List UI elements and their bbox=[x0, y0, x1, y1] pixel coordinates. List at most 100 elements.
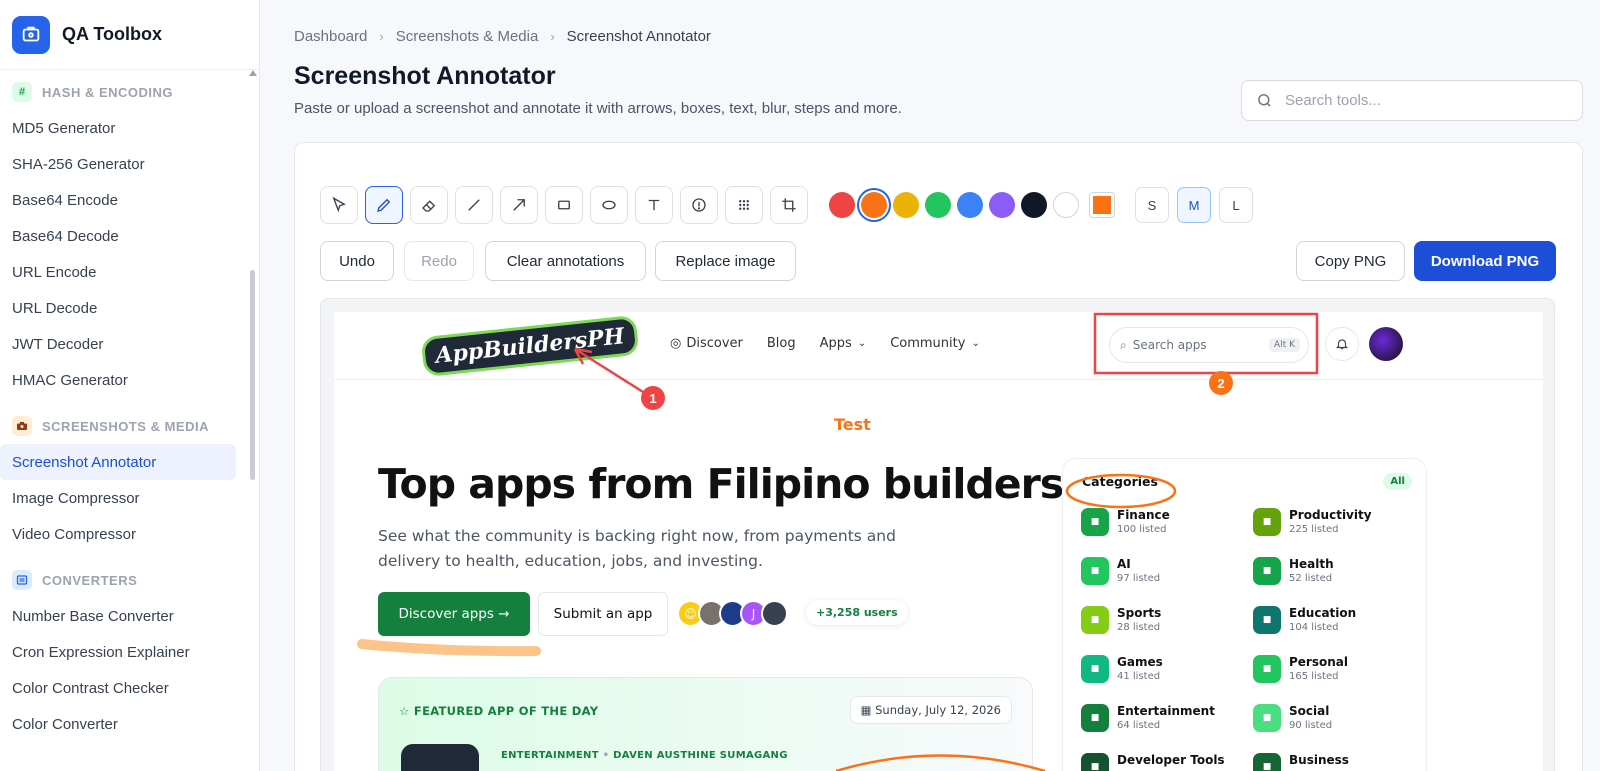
replace-image-button[interactable]: Replace image bbox=[655, 241, 796, 281]
category-item: ■ Education 104 listed bbox=[1253, 606, 1356, 634]
search-tools-input[interactable] bbox=[1285, 92, 1555, 109]
scrollbar-thumb[interactable] bbox=[250, 270, 255, 480]
category-icon: ■ bbox=[1081, 606, 1109, 634]
category-item: ■ Entertainment 64 listed bbox=[1081, 704, 1215, 732]
undo-button[interactable]: Undo bbox=[320, 241, 394, 281]
category-icon: ■ bbox=[1253, 704, 1281, 732]
pen-tool-button[interactable] bbox=[365, 186, 403, 224]
category-item: ■ Games 41 listed bbox=[1081, 655, 1163, 683]
stroke-size-group: S M L bbox=[1135, 187, 1261, 223]
calendar-icon: ▦ bbox=[860, 703, 876, 717]
breadcrumb-screenshots-media[interactable]: Screenshots & Media bbox=[396, 28, 539, 45]
select-tool-button[interactable] bbox=[320, 186, 358, 224]
color-black-swatch[interactable] bbox=[1021, 192, 1047, 218]
rectangle-tool-button[interactable] bbox=[545, 186, 583, 224]
blur-tool-button[interactable] bbox=[725, 186, 763, 224]
sidebar-item-cron-expression-explainer[interactable]: Cron Expression Explainer bbox=[0, 634, 236, 670]
color-white-swatch[interactable] bbox=[1053, 192, 1079, 218]
category-name: Health bbox=[1289, 557, 1334, 571]
pen-icon bbox=[377, 198, 391, 212]
step-tool-button[interactable] bbox=[680, 186, 718, 224]
sidebar-item-color-contrast-checker[interactable]: Color Contrast Checker bbox=[0, 670, 236, 706]
redo-button[interactable]: Redo bbox=[404, 241, 474, 281]
category-item: ■ Social 90 listed bbox=[1253, 704, 1332, 732]
line-tool-button[interactable] bbox=[455, 186, 493, 224]
custom-color-picker[interactable] bbox=[1089, 192, 1115, 218]
sidebar-item-video-compressor[interactable]: Video Compressor bbox=[0, 516, 236, 552]
section-label: SCREENSHOTS & MEDIA bbox=[42, 418, 209, 434]
app-logo-icon bbox=[12, 15, 50, 54]
color-orange-swatch[interactable] bbox=[861, 192, 887, 218]
sidebar-item-base64-decode[interactable]: Base64 Decode bbox=[0, 218, 236, 254]
sidebar-item-url-encode[interactable]: URL Encode bbox=[0, 254, 236, 290]
search-tools-box[interactable] bbox=[1241, 80, 1583, 121]
nav-apps: Apps bbox=[819, 336, 852, 351]
breadcrumb: Dashboard › Screenshots & Media › Screen… bbox=[294, 28, 711, 45]
copy-png-button[interactable]: Copy PNG bbox=[1296, 241, 1405, 281]
crop-tool-button[interactable] bbox=[770, 186, 808, 224]
category-icon: ■ bbox=[1081, 655, 1109, 683]
sidebar-item-hmac-generator[interactable]: HMAC Generator bbox=[0, 362, 236, 398]
breadcrumb-dashboard[interactable]: Dashboard bbox=[294, 28, 367, 45]
hero-subtitle: See what the community is backing right … bbox=[378, 527, 896, 570]
select-icon bbox=[332, 196, 346, 213]
sidebar-item-color-converter[interactable]: Color Converter bbox=[0, 706, 236, 742]
sidebar-item-screenshot-annotator[interactable]: Screenshot Annotator bbox=[0, 444, 236, 480]
sidebar-item-md5-generator[interactable]: MD5 Generator bbox=[0, 110, 236, 146]
category-icon: ■ bbox=[1081, 557, 1109, 585]
section-hash-encoding: # HASH & ENCODING bbox=[0, 74, 248, 110]
ellipse-icon bbox=[602, 200, 616, 210]
download-png-button[interactable]: Download PNG bbox=[1414, 241, 1556, 281]
blur-icon bbox=[739, 200, 749, 210]
eraser-tool-button[interactable] bbox=[410, 186, 448, 224]
sidebar-scrollbar[interactable] bbox=[249, 70, 257, 771]
color-purple-swatch[interactable] bbox=[989, 192, 1015, 218]
category-name: Developer Tools bbox=[1117, 753, 1225, 767]
scroll-up-icon[interactable] bbox=[249, 70, 257, 76]
annotation-toolbar: S M L bbox=[320, 186, 1261, 224]
featured-date-text: Sunday, July 12, 2026 bbox=[875, 703, 1001, 717]
color-yellow-swatch[interactable] bbox=[893, 192, 919, 218]
sidebar-item-url-decode[interactable]: URL Decode bbox=[0, 290, 236, 326]
breadcrumb-current: Screenshot Annotator bbox=[566, 28, 711, 45]
chevron-right-icon: › bbox=[379, 29, 384, 44]
color-green-swatch[interactable] bbox=[925, 192, 951, 218]
brand[interactable]: QA Toolbox bbox=[0, 0, 259, 70]
hero-title: Top apps from Filipino builders bbox=[378, 460, 1064, 508]
section-label: HASH & ENCODING bbox=[42, 84, 174, 100]
screenshot-navbar: AppBuildersPH ◎ Discover Blog Apps ⌄ Com… bbox=[334, 312, 1543, 380]
size-medium-button[interactable]: M bbox=[1177, 187, 1211, 223]
size-small-button[interactable]: S bbox=[1135, 187, 1169, 223]
category-count: 90 listed bbox=[1289, 720, 1333, 731]
category-count: 100 listed bbox=[1117, 524, 1167, 535]
nav-blog: Blog bbox=[766, 336, 796, 351]
text-icon bbox=[648, 199, 660, 211]
section-screenshots-media: SCREENSHOTS & MEDIA bbox=[0, 408, 248, 444]
color-blue-swatch[interactable] bbox=[957, 192, 983, 218]
text-tool-button[interactable] bbox=[635, 186, 673, 224]
clear-annotations-button[interactable]: Clear annotations bbox=[485, 241, 646, 281]
hash-icon: # bbox=[12, 82, 32, 102]
converter-icon bbox=[12, 570, 32, 590]
ellipse-tool-button[interactable] bbox=[590, 186, 628, 224]
rectangle-icon bbox=[558, 200, 570, 210]
page-title: Screenshot Annotator bbox=[294, 62, 556, 90]
category-item: ■ AI 97 listed bbox=[1081, 557, 1160, 585]
size-large-button[interactable]: L bbox=[1219, 187, 1253, 223]
sidebar-item-number-base-converter[interactable]: Number Base Converter bbox=[0, 598, 236, 634]
arrow-icon bbox=[513, 199, 525, 211]
users-count-badge: +3,258 users bbox=[806, 600, 908, 625]
color-red-swatch[interactable] bbox=[829, 192, 855, 218]
category-name: AI bbox=[1117, 557, 1131, 571]
sidebar-item-base64-encode[interactable]: Base64 Encode bbox=[0, 182, 236, 218]
sidebar-item-sha256-generator[interactable]: SHA-256 Generator bbox=[0, 146, 236, 182]
sidebar: QA Toolbox # HASH & ENCODING MD5 Generat… bbox=[0, 0, 260, 771]
chevron-down-icon: ⌄ bbox=[857, 338, 867, 349]
annotation-canvas[interactable]: AppBuildersPH ◎ Discover Blog Apps ⌄ Com… bbox=[320, 298, 1555, 771]
sidebar-item-jwt-decoder[interactable]: JWT Decoder bbox=[0, 326, 236, 362]
arrow-tool-button[interactable] bbox=[500, 186, 538, 224]
category-icon: ■ bbox=[1081, 753, 1109, 771]
category-count: 64 listed bbox=[1117, 720, 1161, 731]
sidebar-item-image-compressor[interactable]: Image Compressor bbox=[0, 480, 236, 516]
sidebar-nav: # HASH & ENCODING MD5 Generator SHA-256 … bbox=[0, 70, 248, 742]
